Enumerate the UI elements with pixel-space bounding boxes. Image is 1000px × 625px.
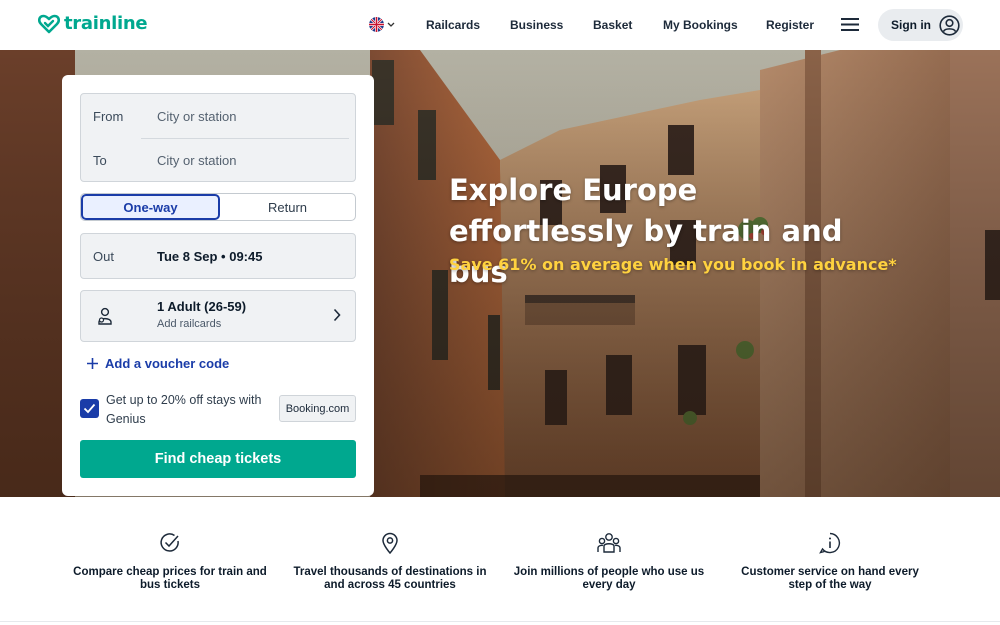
out-value: Tue 8 Sep • 09:45 bbox=[157, 249, 263, 264]
genius-checkbox[interactable] bbox=[80, 399, 99, 418]
feature-compare: Compare cheap prices for train and bus t… bbox=[70, 532, 270, 592]
from-label: From bbox=[93, 108, 124, 124]
from-field[interactable]: From City or station bbox=[81, 94, 355, 138]
features-strip: Compare cheap prices for train and bus t… bbox=[0, 497, 1000, 625]
chevron-right-icon bbox=[333, 308, 341, 322]
hamburger-menu-icon[interactable] bbox=[841, 17, 859, 32]
logo-text: trainline bbox=[64, 13, 148, 34]
top-header: trainline Railcards Business Basket My B… bbox=[0, 0, 1000, 50]
check-badge-icon bbox=[160, 533, 179, 552]
feature-support: Customer service on hand every step of t… bbox=[730, 532, 930, 592]
to-input[interactable]: City or station bbox=[157, 153, 236, 168]
to-label: To bbox=[93, 152, 107, 168]
people-icon bbox=[597, 533, 621, 553]
heart-logo-icon bbox=[38, 14, 60, 33]
feature-destinations: Travel thousands of destinations in and … bbox=[290, 532, 490, 592]
passengers-field[interactable]: 1 Adult (26-59) Add railcards bbox=[80, 290, 356, 342]
nav-my-bookings[interactable]: My Bookings bbox=[663, 18, 738, 32]
from-to-fields: From City or station To City or station bbox=[80, 93, 356, 182]
feature-community: Join millions of people who use us every… bbox=[509, 532, 709, 592]
uk-flag-icon bbox=[369, 17, 384, 32]
section-divider bbox=[0, 621, 1000, 622]
passenger-icon bbox=[98, 307, 112, 325]
trainline-logo[interactable]: trainline bbox=[38, 13, 148, 34]
hero-subtitle: Save 61% on average when you book in adv… bbox=[449, 255, 897, 274]
plus-icon bbox=[87, 358, 98, 369]
feature-text: Customer service on hand every step of t… bbox=[741, 566, 919, 591]
outbound-date-field[interactable]: Out Tue 8 Sep • 09:45 bbox=[80, 233, 356, 279]
to-field[interactable]: To City or station bbox=[81, 138, 355, 182]
info-icon bbox=[819, 532, 841, 554]
check-icon bbox=[83, 403, 96, 414]
add-voucher-link[interactable]: Add a voucher code bbox=[86, 356, 229, 371]
one-way-option[interactable]: One-way bbox=[81, 194, 220, 220]
search-card: From City or station To City or station … bbox=[62, 75, 374, 496]
genius-text: Get up to 20% off stays with Genius bbox=[106, 393, 262, 426]
feature-text: Compare cheap prices for train and bus t… bbox=[73, 566, 267, 591]
out-label: Out bbox=[93, 249, 114, 264]
nav-basket[interactable]: Basket bbox=[593, 18, 632, 32]
return-option[interactable]: Return bbox=[220, 194, 355, 220]
nav-business[interactable]: Business bbox=[510, 18, 563, 32]
language-selector[interactable] bbox=[369, 17, 395, 32]
nav-register[interactable]: Register bbox=[766, 18, 814, 32]
feature-text: Travel thousands of destinations in and … bbox=[293, 566, 487, 591]
genius-offer: Get up to 20% off stays with Genius Book… bbox=[80, 391, 356, 427]
map-pin-icon bbox=[382, 532, 398, 554]
hero-title: Explore Europe effortlessly by train and… bbox=[449, 173, 843, 289]
add-railcards[interactable]: Add railcards bbox=[157, 318, 221, 330]
chevron-down-icon bbox=[387, 22, 395, 27]
find-tickets-button[interactable]: Find cheap tickets bbox=[80, 440, 356, 478]
passenger-count: 1 Adult (26-59) bbox=[157, 299, 247, 314]
sign-in-label: Sign in bbox=[891, 18, 931, 32]
trip-type-toggle: One-way Return bbox=[80, 193, 356, 221]
booking-com-badge: Booking.com bbox=[279, 395, 356, 422]
voucher-label: Add a voucher code bbox=[105, 356, 230, 371]
from-input[interactable]: City or station bbox=[157, 109, 236, 124]
sign-in-button[interactable]: Sign in bbox=[878, 9, 963, 41]
nav-railcards[interactable]: Railcards bbox=[426, 18, 480, 32]
user-avatar-icon bbox=[939, 14, 960, 36]
feature-text: Join millions of people who use us every… bbox=[513, 566, 705, 591]
